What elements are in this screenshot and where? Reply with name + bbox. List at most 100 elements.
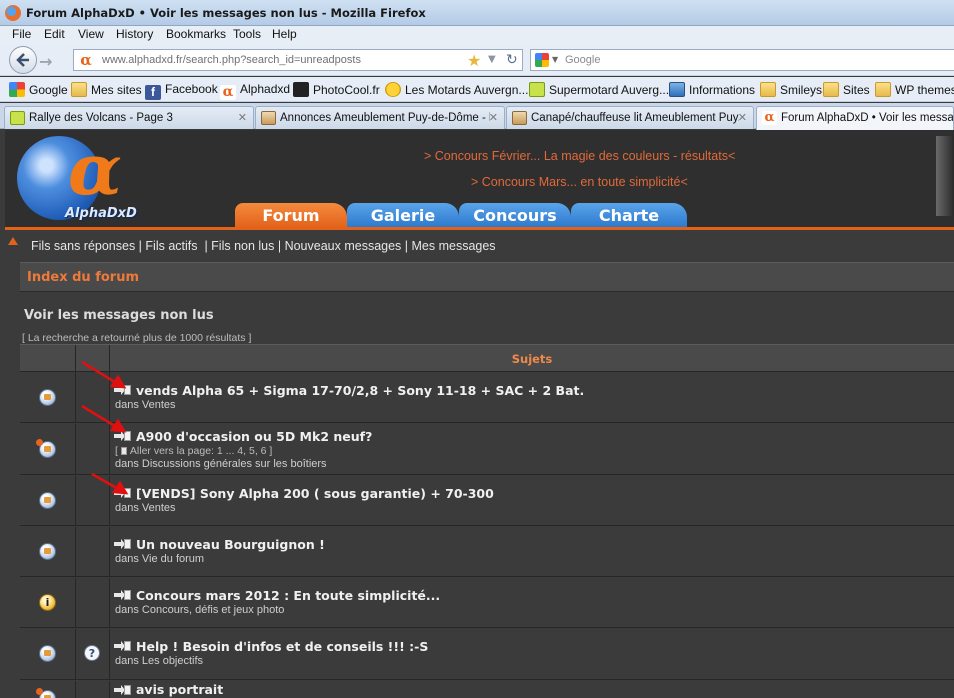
bookmark-smileys[interactable]: Smileys xyxy=(760,82,822,98)
speech-icon xyxy=(10,111,25,125)
status-cell xyxy=(20,476,76,525)
menu-edit[interactable]: Edit xyxy=(44,27,65,41)
bookmark-sites[interactable]: Sites xyxy=(823,82,870,98)
bookmark-wp-themes[interactable]: WP themes xyxy=(875,82,954,98)
status-cell xyxy=(20,629,76,679)
bookmark-alphadxd[interactable]: α Alphadxd xyxy=(220,82,290,100)
close-icon[interactable]: ✕ xyxy=(489,111,498,124)
nav-tab-charte[interactable]: Charte xyxy=(571,203,687,228)
topic-forum[interactable]: dans Vie du forum xyxy=(115,553,204,565)
google-engine-icon[interactable] xyxy=(535,53,549,67)
table-row: ? Help ! Besoin d'infos et de conseils !… xyxy=(20,629,954,680)
pagination[interactable]: [Aller vers la page: 1 ... 4, 5, 6 ] xyxy=(115,445,272,457)
speech-icon xyxy=(529,82,545,97)
nav-tab-concours[interactable]: Concours xyxy=(459,203,571,228)
back-button[interactable] xyxy=(9,46,37,74)
type-cell xyxy=(76,578,110,627)
quick-links[interactable]: Fils sans réponses | Fils actifs | Fils … xyxy=(31,239,496,253)
google-icon xyxy=(9,82,25,97)
url-dropdown-icon[interactable]: ▼ xyxy=(488,54,496,65)
menu-history[interactable]: History xyxy=(116,27,153,41)
topic-hot-status-icon xyxy=(36,439,56,458)
forward-button[interactable]: → xyxy=(39,52,59,71)
menu-view[interactable]: View xyxy=(78,27,104,41)
bookmark-mes-sites[interactable]: Mes sites xyxy=(71,82,142,98)
smiley-icon xyxy=(385,82,401,97)
topic-title[interactable]: vends Alpha 65 + Sigma 17-70/2,8 + Sony … xyxy=(136,383,584,398)
promo-link-march[interactable]: > Concours Mars... en toute simplicité< xyxy=(471,175,688,189)
topic-title[interactable]: A900 d'occasion ou 5D Mk2 neuf? xyxy=(136,429,372,444)
header-divider xyxy=(5,227,954,230)
bookmark-google[interactable]: Google xyxy=(9,82,68,98)
new-post-icon[interactable] xyxy=(114,539,132,549)
status-cell: i xyxy=(20,578,76,627)
table-row: avis portrait xyxy=(20,681,954,698)
breadcrumb-bar: Index du forum xyxy=(20,262,954,292)
promo-link-february[interactable]: > Concours Février... La magie des coule… xyxy=(424,149,735,163)
column-header-sujets: Sujets xyxy=(109,345,954,373)
logo-text: AlphaDxD xyxy=(65,206,137,221)
topic-forum[interactable]: dans Ventes xyxy=(115,502,176,514)
tab-rallye[interactable]: Rallye des Volcans - Page 3 ✕ xyxy=(4,106,254,129)
close-icon[interactable]: ✕ xyxy=(738,111,747,124)
menu-help[interactable]: Help xyxy=(272,27,297,41)
close-icon[interactable]: ✕ xyxy=(238,111,247,124)
site-header: α AlphaDxD > Concours Février... La magi… xyxy=(5,130,954,228)
bookmark-supermotard[interactable]: Supermotard Auverg... xyxy=(529,82,669,98)
menu-tools[interactable]: Tools xyxy=(233,27,261,41)
new-post-icon[interactable] xyxy=(114,685,132,695)
logo-alpha-glyph: α xyxy=(68,128,122,211)
nav-tab-galerie[interactable]: Galerie xyxy=(347,203,459,228)
topic-status-icon xyxy=(39,543,56,560)
topic-title[interactable]: avis portrait xyxy=(136,682,223,697)
topic-title[interactable]: Un nouveau Bourguignon ! xyxy=(136,537,325,552)
topic-forum[interactable]: dans Concours, défis et jeux photo xyxy=(115,604,284,616)
nav-tab-forum[interactable]: Forum xyxy=(235,203,347,228)
table-row: [VENDS] Sony Alpha 200 ( sous garantie) … xyxy=(20,476,954,526)
status-cell xyxy=(20,373,76,422)
window-title: Forum AlphaDxD • Voir les messages non l… xyxy=(26,6,426,20)
folder-icon xyxy=(71,82,87,97)
search-bar[interactable]: ▼ Google xyxy=(530,49,954,71)
site-favicon-icon: α xyxy=(78,52,94,68)
sidebar-toggle-icon[interactable] xyxy=(8,237,18,245)
menu-file[interactable]: File xyxy=(12,27,31,41)
new-post-icon[interactable] xyxy=(114,590,132,600)
bookmark-informations[interactable]: Informations xyxy=(669,82,755,98)
engine-dropdown-icon[interactable]: ▼ xyxy=(552,55,558,64)
tab-forum-alphadxd[interactable]: α Forum AlphaDxD • Voir les messages xyxy=(756,106,954,130)
folder-icon xyxy=(875,82,891,97)
firefox-icon xyxy=(5,5,21,21)
table-row: Un nouveau Bourguignon ! dans Vie du for… xyxy=(20,527,954,577)
topic-status-icon xyxy=(39,645,56,662)
topic-forum[interactable]: dans Les objectifs xyxy=(115,655,203,667)
status-cell xyxy=(20,681,76,698)
breadcrumb-index[interactable]: Index du forum xyxy=(27,270,139,285)
photo-icon xyxy=(293,82,309,97)
bookmark-star-icon[interactable]: ★ xyxy=(467,51,481,70)
topic-title[interactable]: Help ! Besoin d'infos et de conseils !!!… xyxy=(136,639,428,654)
topic-title[interactable]: [VENDS] Sony Alpha 200 ( sous garantie) … xyxy=(136,486,494,501)
topic-forum[interactable]: dans Discussions générales sur les boîti… xyxy=(115,458,327,470)
menu-bookmarks[interactable]: Bookmarks xyxy=(166,27,226,41)
reload-icon[interactable]: ↻ xyxy=(506,52,518,68)
bookmark-motards[interactable]: Les Motards Auvergn... xyxy=(385,82,528,98)
new-post-icon[interactable] xyxy=(114,641,132,651)
type-cell xyxy=(76,527,110,576)
table-row: i Concours mars 2012 : En toute simplici… xyxy=(20,578,954,628)
folder-icon xyxy=(760,82,776,97)
topic-title[interactable]: Concours mars 2012 : En toute simplicité… xyxy=(136,588,440,603)
search-placeholder: Google xyxy=(565,54,601,66)
type-cell: ? xyxy=(76,629,110,679)
topic-hot-status-icon xyxy=(36,688,56,698)
menu-bar: File Edit View History Bookmarks Tools H… xyxy=(0,26,954,44)
bookmark-photocool[interactable]: PhotoCool.fr xyxy=(293,82,380,98)
tab-annonces[interactable]: Annonces Ameublement Puy-de-Dôme - l... … xyxy=(255,106,505,129)
table-row: vends Alpha 65 + Sigma 17-70/2,8 + Sony … xyxy=(20,373,954,423)
url-bar[interactable]: α www.alphadxd.fr/search.php?search_id=u… xyxy=(73,49,523,71)
tab-canape[interactable]: Canapé/chauffeuse lit Ameublement Puy...… xyxy=(506,106,754,129)
header-image xyxy=(936,136,954,216)
announcement-icon: i xyxy=(39,594,56,611)
navigation-bar: → α www.alphadxd.fr/search.php?search_id… xyxy=(0,44,954,76)
bookmark-facebook[interactable]: f Facebook xyxy=(145,82,218,100)
